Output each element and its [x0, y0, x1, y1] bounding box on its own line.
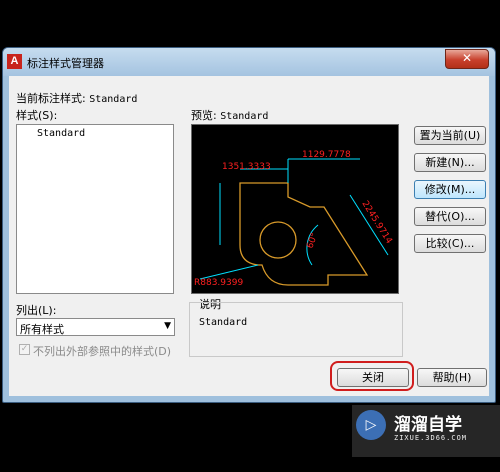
preview-drawing: 1351.3333 1129.7778 2245.9714 R883.9399 … [194, 150, 394, 288]
current-style-label: 当前标注样式: Standard [16, 90, 137, 106]
new-style-button[interactable]: 新建(N)... [414, 153, 486, 172]
compare-styles-button[interactable]: 比较(C)... [414, 234, 486, 253]
styles-label: 样式(S): [16, 109, 58, 122]
description-text: Standard [199, 317, 248, 328]
part-hole [259, 221, 297, 259]
radius-leader [199, 264, 259, 280]
current-style-value: Standard [89, 94, 138, 105]
dimension-preview: 1351.3333 1129.7778 2245.9714 R883.9399 … [191, 124, 399, 294]
dim-text-5: 60° [305, 232, 320, 250]
dimension-style-manager-dialog: A 标注样式管理器 ✕ 当前标注样式: Standard 样式(S): Stan… [2, 47, 496, 403]
watermark-play-icon: ▷ [356, 410, 386, 440]
dim-text-1: 1351.3333 [222, 162, 271, 172]
description-box: Standard [189, 302, 403, 357]
part-outline [239, 182, 369, 286]
help-button[interactable]: 帮助(H) [417, 368, 487, 387]
chevron-down-icon: ▼ [164, 321, 171, 331]
style-list-item[interactable]: Standard [37, 128, 85, 139]
dialog-client-area: 当前标注样式: Standard 样式(S): Standard 列出(L): … [9, 76, 489, 396]
dim-text-2: 1129.7778 [302, 150, 351, 160]
preview-label: 预览: Standard [191, 107, 268, 123]
xref-styles-checkbox[interactable]: ✓ [19, 344, 30, 355]
list-filter-value: 所有样式 [20, 323, 64, 336]
modify-style-button[interactable]: 修改(M)... [414, 180, 486, 199]
list-filter-dropdown[interactable]: 所有样式 ▼ [16, 318, 175, 336]
current-style-caption: 当前标注样式: [16, 92, 86, 105]
title-bar[interactable]: A 标注样式管理器 ✕ [3, 48, 495, 76]
close-window-icon[interactable]: ✕ [445, 49, 489, 69]
dim-text-3: 2245.9714 [359, 199, 393, 246]
watermark-url: ZIXUE.3D66.COM [394, 434, 468, 442]
override-style-button[interactable]: 替代(O)... [414, 207, 486, 226]
dim-text-4: R883.9399 [194, 278, 243, 288]
window-title: 标注样式管理器 [27, 57, 104, 70]
styles-listbox[interactable]: Standard [16, 124, 174, 294]
xref-styles-label: 不列出外部参照中的样式(D) [33, 345, 172, 358]
preview-style-name: Standard [220, 111, 269, 122]
list-filter-label: 列出(L): [16, 304, 57, 317]
set-current-button[interactable]: 置为当前(U) [414, 126, 486, 145]
watermark-name: 溜溜自学 [394, 415, 462, 435]
close-button-highlight [330, 361, 414, 391]
preview-caption: 预览: [191, 109, 217, 122]
autocad-app-icon: A [7, 54, 22, 69]
